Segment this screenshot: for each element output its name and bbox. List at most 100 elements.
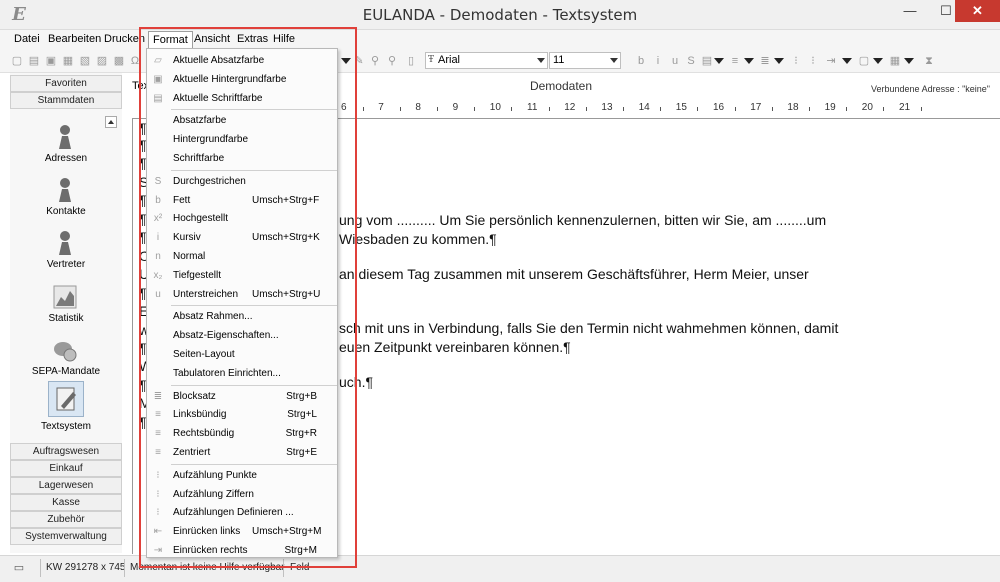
highlight-color-dropdown[interactable]	[714, 58, 724, 64]
underline-icon[interactable]: u	[668, 54, 682, 68]
menu-item-aktuelle-hintergrundfarbe[interactable]: ▣ Aktuelle Hintergrundfarbe	[147, 71, 337, 89]
menu-item-label: Seiten-Layout	[173, 349, 235, 360]
font-family-select[interactable]: Ŧ Arial	[425, 52, 548, 69]
menu-item-normal[interactable]: n Normal	[147, 248, 337, 266]
ruler-number: 21	[899, 102, 911, 113]
print-icon[interactable]: ▦	[61, 54, 75, 68]
menu-item-shortcut: Umsch+Strg+K	[252, 232, 320, 244]
save-icon[interactable]: ▣	[44, 54, 58, 68]
find-icon[interactable]: ⚲	[385, 54, 399, 68]
sidebar-group-zubehoer[interactable]: Zubehör	[10, 511, 122, 528]
sidebar-group-auftragswesen[interactable]: Auftragswesen	[10, 443, 122, 460]
menu-item-zentriert[interactable]: ≡ Zentriert Strg+E	[147, 444, 337, 462]
sidebar-group-lagerwesen[interactable]: Lagerwesen	[10, 477, 122, 494]
menu-item-icon	[151, 367, 165, 381]
numbered-list-icon[interactable]: ⁝	[806, 54, 820, 68]
bold-icon[interactable]: b	[634, 54, 648, 68]
paragraph-icon[interactable]: ▯	[404, 54, 418, 68]
menu-item-einrücken-rechts[interactable]: ⇥ Einrücken rechts Strg+M	[147, 542, 337, 560]
menu-item-icon: i	[156, 232, 160, 244]
sidebar-group-stammdaten[interactable]: Stammdaten	[10, 92, 122, 109]
align-justify-icon[interactable]: ≣	[758, 54, 772, 68]
menu-item-icon: ⁝	[156, 488, 160, 500]
menu-item-aufzählung-punkte[interactable]: ⁝ Aufzählung Punkte	[147, 467, 337, 485]
menu-item-icon: ≡	[155, 428, 161, 440]
menu-bearbeiten[interactable]: Bearbeiten	[48, 33, 101, 45]
sidebar-item-adressen[interactable]: Adressen	[10, 120, 122, 170]
preview-icon[interactable]: ▧	[78, 54, 92, 68]
export-icon[interactable]: ▨	[95, 54, 109, 68]
menu-item-aktuelle-absatzfarbe[interactable]: ▱ Aktuelle Absatzfarbe	[147, 52, 337, 70]
menu-item-hintergrundfarbe[interactable]: Hintergrundfarbe	[147, 131, 337, 149]
indent-dropdown[interactable]	[842, 58, 852, 64]
sidebar-group-systemverwaltung[interactable]: Systemverwaltung	[10, 528, 122, 545]
highlight-color-icon[interactable]: ▤	[700, 54, 714, 68]
font-size-select[interactable]: 11	[549, 52, 621, 69]
format-menu: ▱ Aktuelle Absatzfarbe ▣ Aktuelle Hintergru…	[146, 48, 338, 558]
menu-item-aufzählungen-definieren[interactable]: ⁝ Aufzählungen Definieren ...	[147, 504, 337, 522]
align-dropdown[interactable]	[744, 58, 754, 64]
menu-item-label: Hintergrundfarbe	[173, 134, 249, 146]
menu-item-einrücken-links[interactable]: ⇤ Einrücken links Umsch+Strg+M	[147, 523, 337, 541]
strikethrough-icon[interactable]: S	[684, 54, 698, 68]
ruler-number: 19	[824, 102, 836, 113]
sidebar-item-textsystem[interactable]: Textsystem	[10, 381, 122, 436]
cut-icon[interactable]: ▩	[112, 54, 126, 68]
justify-dropdown[interactable]	[774, 58, 784, 64]
menu-item-durchgestrichen[interactable]: S Durchgestrichen	[147, 173, 337, 191]
minimize-button[interactable]: —	[892, 0, 928, 22]
menu-item-unterstreichen[interactable]: u Unterstreichen Umsch+Strg+U	[147, 286, 337, 304]
sidebar-group-einkauf[interactable]: Einkauf	[10, 460, 122, 477]
hourglass-icon[interactable]: ⧗	[922, 54, 936, 68]
menu-item-absatz-rahmen[interactable]: Absatz Rahmen...	[147, 308, 337, 326]
menu-item-schriftfarbe[interactable]: Schriftfarbe	[147, 150, 337, 168]
table-icon[interactable]: ▦	[888, 54, 902, 68]
italic-icon[interactable]: i	[651, 54, 665, 68]
menu-item-rechtsbündig[interactable]: ≡ Rechtsbündig Strg+R	[147, 425, 337, 443]
format-brush-icon[interactable]: ✎	[352, 54, 366, 68]
menu-item-hochgestellt[interactable]: x² Hochgestellt	[147, 210, 337, 228]
new-document-icon[interactable]: ▢	[10, 54, 24, 68]
sidebar-item-statistik[interactable]: Statistik	[10, 280, 122, 330]
border-icon[interactable]: ▢	[857, 54, 871, 68]
menu-datei[interactable]: Datei	[14, 33, 40, 45]
sidebar-item-kontakte[interactable]: Kontakte	[10, 173, 122, 223]
menu-ansicht[interactable]: Ansicht	[194, 33, 230, 45]
font-icon[interactable]: Ω	[128, 54, 142, 68]
ruler-tick	[437, 107, 438, 111]
zoom-icon[interactable]: ⚲	[368, 54, 382, 68]
menu-item-aufzählung-ziffern[interactable]: ⁝ Aufzählung Ziffern	[147, 486, 337, 504]
table-dropdown[interactable]	[904, 58, 914, 64]
menu-drucken[interactable]: Drucken	[104, 33, 145, 45]
menu-format[interactable]: Format	[148, 31, 193, 49]
menu-item-tiefgestellt[interactable]: x₂ Tiefgestellt	[147, 267, 337, 285]
sidebar-item-vertreter[interactable]: Vertreter	[10, 226, 122, 276]
color-dropdown-arrow[interactable]	[341, 58, 351, 64]
layout-icon[interactable]: ▭	[12, 561, 26, 575]
menu-item-absatz-eigenschaften[interactable]: Absatz-Eigenschaften...	[147, 327, 337, 345]
ruler-number: 13	[601, 102, 613, 113]
menu-item-blocksatz[interactable]: ≣ Blocksatz Strg+B	[147, 388, 337, 406]
menu-item-icon: ≣	[153, 390, 163, 402]
menu-item-fett[interactable]: b Fett Umsch+Strg+F	[147, 192, 337, 210]
menu-item-seiten-layout[interactable]: Seiten-Layout	[147, 346, 337, 364]
menu-item-tabulatoren-einrichten[interactable]: Tabulatoren Einrichten...	[147, 365, 337, 383]
close-button[interactable]: ✕	[955, 0, 1000, 22]
ruler-tick	[809, 107, 810, 111]
align-left-icon[interactable]: ≡	[728, 54, 742, 68]
menu-hilfe[interactable]: Hilfe	[273, 33, 295, 45]
open-icon[interactable]: ▤	[27, 54, 41, 68]
indent-icon[interactable]: ⇥	[824, 54, 838, 68]
ruler-number: 14	[638, 102, 650, 113]
sidebar-group-kasse[interactable]: Kasse	[10, 494, 122, 511]
border-dropdown[interactable]	[873, 58, 883, 64]
sidebar-group-favoriten[interactable]: Favoriten	[10, 75, 122, 92]
menu-item-aktuelle-schriftfarbe[interactable]: ▤ Aktuelle Schriftfarbe	[147, 90, 337, 108]
menu-item-linksbündig[interactable]: ≡ Linksbündig Strg+L	[147, 406, 337, 424]
menu-item-kursiv[interactable]: i Kursiv Umsch+Strg+K	[147, 229, 337, 247]
sidebar-item-sepa-mandate[interactable]: SEPA-Mandate	[10, 333, 122, 383]
list-icon[interactable]: ⁝	[789, 54, 803, 68]
menu-item-absatzfarbe[interactable]: Absatzfarbe	[147, 112, 337, 130]
menu-extras[interactable]: Extras	[237, 33, 268, 45]
menu-item-icon: x₂	[153, 269, 163, 281]
